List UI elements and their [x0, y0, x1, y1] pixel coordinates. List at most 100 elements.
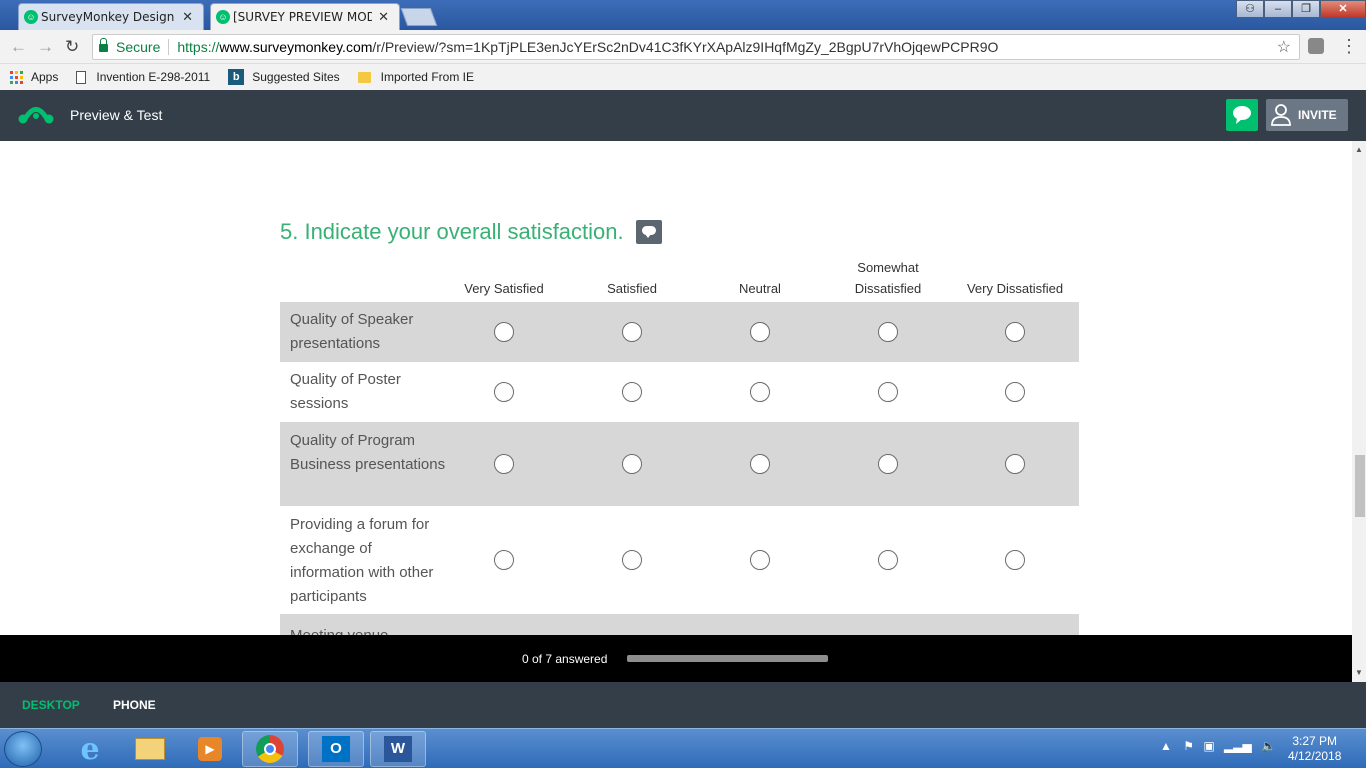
radio-satisfied[interactable]: [622, 382, 642, 402]
radio-very-dissatisfied[interactable]: [1005, 322, 1025, 342]
forward-arrow-icon[interactable]: →: [37, 37, 54, 57]
radio-somewhat-dissatisfied[interactable]: [878, 454, 898, 474]
windows-taskbar: e ▶ O W ▲ ⚑ ▣ ▂▃▅ 🔈 3:27 PM 4/12/2018: [0, 728, 1366, 768]
browser-tab-strip: ☺ SurveyMonkey Design : 2 ✕ ☺ [SURVEY PR…: [0, 0, 1366, 30]
bookmark-suggested-sites[interactable]: b Suggested Sites: [228, 69, 340, 85]
radio-very-satisfied[interactable]: [494, 454, 514, 474]
scrollbar-thumb[interactable]: [1355, 455, 1365, 517]
secure-label: Secure: [116, 39, 161, 55]
bookmark-invention[interactable]: Invention E-298-2011: [76, 70, 210, 84]
page-icon: [76, 70, 87, 84]
radio-neutral[interactable]: [750, 454, 770, 474]
row-label: Quality of Program Business presentation…: [290, 432, 446, 473]
surveymonkey-favicon-icon: ☺: [24, 10, 38, 24]
lock-icon: [99, 38, 108, 52]
omnibox-divider: [168, 39, 170, 55]
tab-phone[interactable]: PHONE: [113, 698, 156, 712]
clock-date: 4/12/2018: [1288, 749, 1342, 763]
outlook-icon[interactable]: O: [308, 731, 364, 767]
row-label: Quality of Speaker presentations: [290, 311, 414, 352]
radio-somewhat-dissatisfied[interactable]: [878, 382, 898, 402]
comment-icon[interactable]: [635, 220, 662, 244]
secure-indicator[interactable]: Secure: [99, 38, 161, 55]
bookmark-imported-from-ie[interactable]: Imported From IE: [357, 70, 474, 84]
url-path: /r/Preview/?sm=1KpTjPLE3enJcYErSc2nDv41C…: [372, 39, 999, 55]
word-icon[interactable]: W: [370, 731, 426, 767]
page-scrollbar[interactable]: ▲ ▼: [1352, 141, 1366, 682]
radio-satisfied[interactable]: [622, 550, 642, 570]
radio-neutral[interactable]: [750, 322, 770, 342]
matrix-row: Providing a forum for exchange of inform…: [280, 506, 1079, 614]
radio-very-dissatisfied[interactable]: [1005, 550, 1025, 570]
survey-content: 5. Indicate your overall satisfaction. V…: [0, 141, 1352, 635]
apps-grid-icon: [10, 70, 23, 84]
window-restore-button[interactable]: ❐: [1292, 0, 1320, 18]
tab-close-icon[interactable]: ✕: [182, 9, 193, 25]
radio-satisfied[interactable]: [622, 322, 642, 342]
invite-label: INVITE: [1298, 108, 1337, 122]
matrix-row: Quality of Speaker presentations: [280, 302, 1079, 362]
radio-very-satisfied[interactable]: [494, 322, 514, 342]
extension-icon[interactable]: [1308, 38, 1324, 54]
tab-desktop[interactable]: DESKTOP: [22, 698, 80, 712]
radio-neutral[interactable]: [750, 550, 770, 570]
column-header: Somewhat Dissatisfied: [854, 260, 922, 296]
clock-time: 3:27 PM: [1292, 734, 1338, 748]
internet-explorer-icon[interactable]: e: [62, 731, 118, 767]
radio-neutral[interactable]: [750, 382, 770, 402]
radio-very-dissatisfied[interactable]: [1005, 454, 1025, 474]
column-header: Very Satisfied: [464, 281, 544, 296]
radio-somewhat-dissatisfied[interactable]: [878, 322, 898, 342]
url-omnibox[interactable]: Secure https://www.surveymonkey.com/r/Pr…: [92, 34, 1300, 60]
action-center-flag-icon[interactable]: ⚑: [1183, 739, 1194, 753]
window-close-button[interactable]: ✕: [1320, 0, 1366, 18]
radio-very-dissatisfied[interactable]: [1005, 382, 1025, 402]
back-arrow-icon[interactable]: ←: [10, 37, 27, 57]
feedback-button[interactable]: [1226, 99, 1258, 131]
bing-icon: b: [228, 69, 245, 85]
radio-satisfied[interactable]: [622, 454, 642, 474]
bookmarks-bar: Apps Invention E-298-2011 b Suggested Si…: [0, 64, 1366, 90]
matrix-row: Quality of Program Business presentation…: [280, 422, 1079, 506]
device-switcher: DESKTOP PHONE: [0, 682, 1366, 728]
tab-close-icon[interactable]: ✕: [378, 9, 389, 25]
show-hidden-icons-icon[interactable]: ▲: [1160, 739, 1172, 753]
scroll-up-icon[interactable]: ▲: [1355, 145, 1363, 154]
progress-footer: 0 of 7 answered: [0, 635, 1352, 682]
tab-title: SurveyMonkey Design : 2: [41, 10, 176, 24]
person-icon: [1271, 104, 1291, 126]
surveymonkey-favicon-icon: ☺: [216, 10, 230, 24]
radio-somewhat-dissatisfied[interactable]: [878, 550, 898, 570]
surveymonkey-logo-icon[interactable]: [18, 104, 54, 126]
bookmark-label: Invention E-298-2011: [96, 70, 211, 84]
page-title: Preview & Test: [70, 107, 163, 123]
volume-muted-icon[interactable]: 🔈: [1261, 739, 1276, 753]
invite-button[interactable]: INVITE: [1266, 99, 1348, 131]
url-host: www.surveymonkey.com: [219, 39, 373, 55]
browser-tab-preview[interactable]: ☺ [SURVEY PREVIEW MODE ✕: [210, 3, 400, 30]
scroll-down-icon[interactable]: ▼: [1355, 668, 1363, 677]
question-title: 5. Indicate your overall satisfaction.: [280, 219, 662, 245]
browser-menu-icon[interactable]: ⋮: [1340, 36, 1358, 57]
new-tab-button[interactable]: [400, 8, 438, 26]
device-icon[interactable]: ▣: [1203, 739, 1214, 753]
file-explorer-icon[interactable]: [122, 731, 178, 767]
radio-very-satisfied[interactable]: [494, 550, 514, 570]
browser-tab-design[interactable]: ☺ SurveyMonkey Design : 2 ✕: [18, 3, 204, 30]
matrix-row: Meeting venue: [280, 614, 1079, 635]
chrome-icon[interactable]: [242, 731, 298, 767]
window-user-icon[interactable]: ⚇: [1236, 0, 1264, 18]
bookmark-label: Apps: [31, 70, 59, 84]
reload-icon[interactable]: ↻: [65, 37, 79, 57]
bookmark-apps[interactable]: Apps: [10, 70, 58, 84]
matrix-row: Quality of Poster sessions: [280, 362, 1079, 422]
windows-start-icon[interactable]: [4, 731, 42, 767]
network-signal-icon[interactable]: ▂▃▅: [1224, 739, 1252, 753]
system-clock[interactable]: 3:27 PM 4/12/2018: [1288, 734, 1341, 764]
bookmark-star-icon[interactable]: ☆: [1277, 37, 1291, 57]
window-minimize-button[interactable]: –: [1264, 0, 1292, 18]
radio-very-satisfied[interactable]: [494, 382, 514, 402]
media-player-icon[interactable]: ▶: [182, 731, 238, 767]
tab-title: [SURVEY PREVIEW MODE: [233, 10, 373, 24]
url-scheme: https://: [177, 39, 220, 55]
